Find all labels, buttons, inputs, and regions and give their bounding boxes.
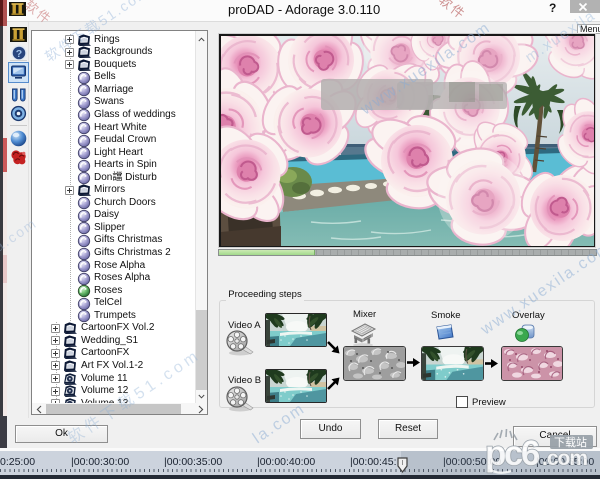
svg-text:?: ? [16,48,22,60]
svg-text:下载站: 下载站 [554,435,587,449]
svg-text:pc6: pc6 [485,434,540,473]
svg-text:.com: .com [542,447,587,470]
